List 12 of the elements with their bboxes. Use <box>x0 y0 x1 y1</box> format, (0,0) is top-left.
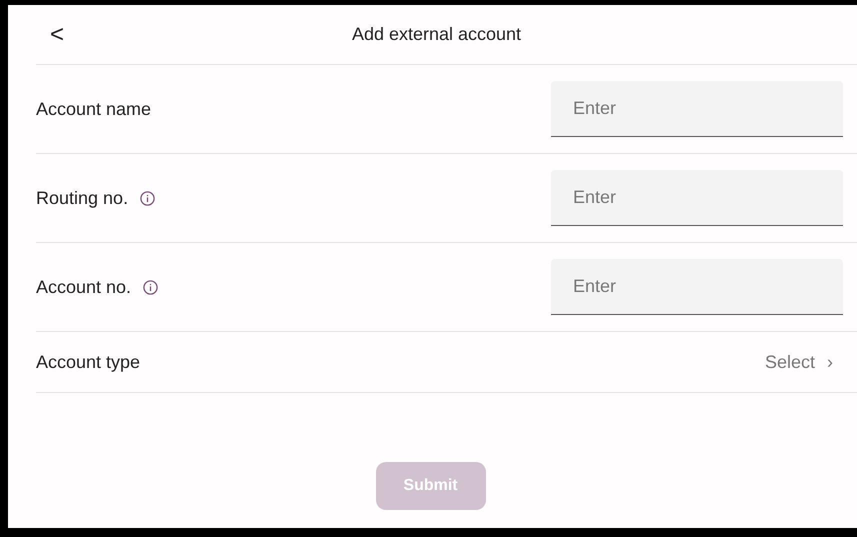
field-label: Account no. <box>36 276 132 298</box>
field-label: Account type <box>36 350 140 374</box>
input-field[interactable]: Enter <box>551 81 843 137</box>
info-icon[interactable] <box>140 190 156 206</box>
field-label: Account name <box>36 98 152 120</box>
select-control[interactable]: Select › <box>764 348 833 376</box>
input-field[interactable]: Enter <box>551 170 843 226</box>
back-button[interactable]: < <box>42 16 72 52</box>
input-field[interactable]: Enter <box>551 259 843 315</box>
info-icon[interactable] <box>143 280 158 294</box>
field-label: Routing no. <box>36 186 128 210</box>
page-title: Add external account <box>352 23 522 46</box>
